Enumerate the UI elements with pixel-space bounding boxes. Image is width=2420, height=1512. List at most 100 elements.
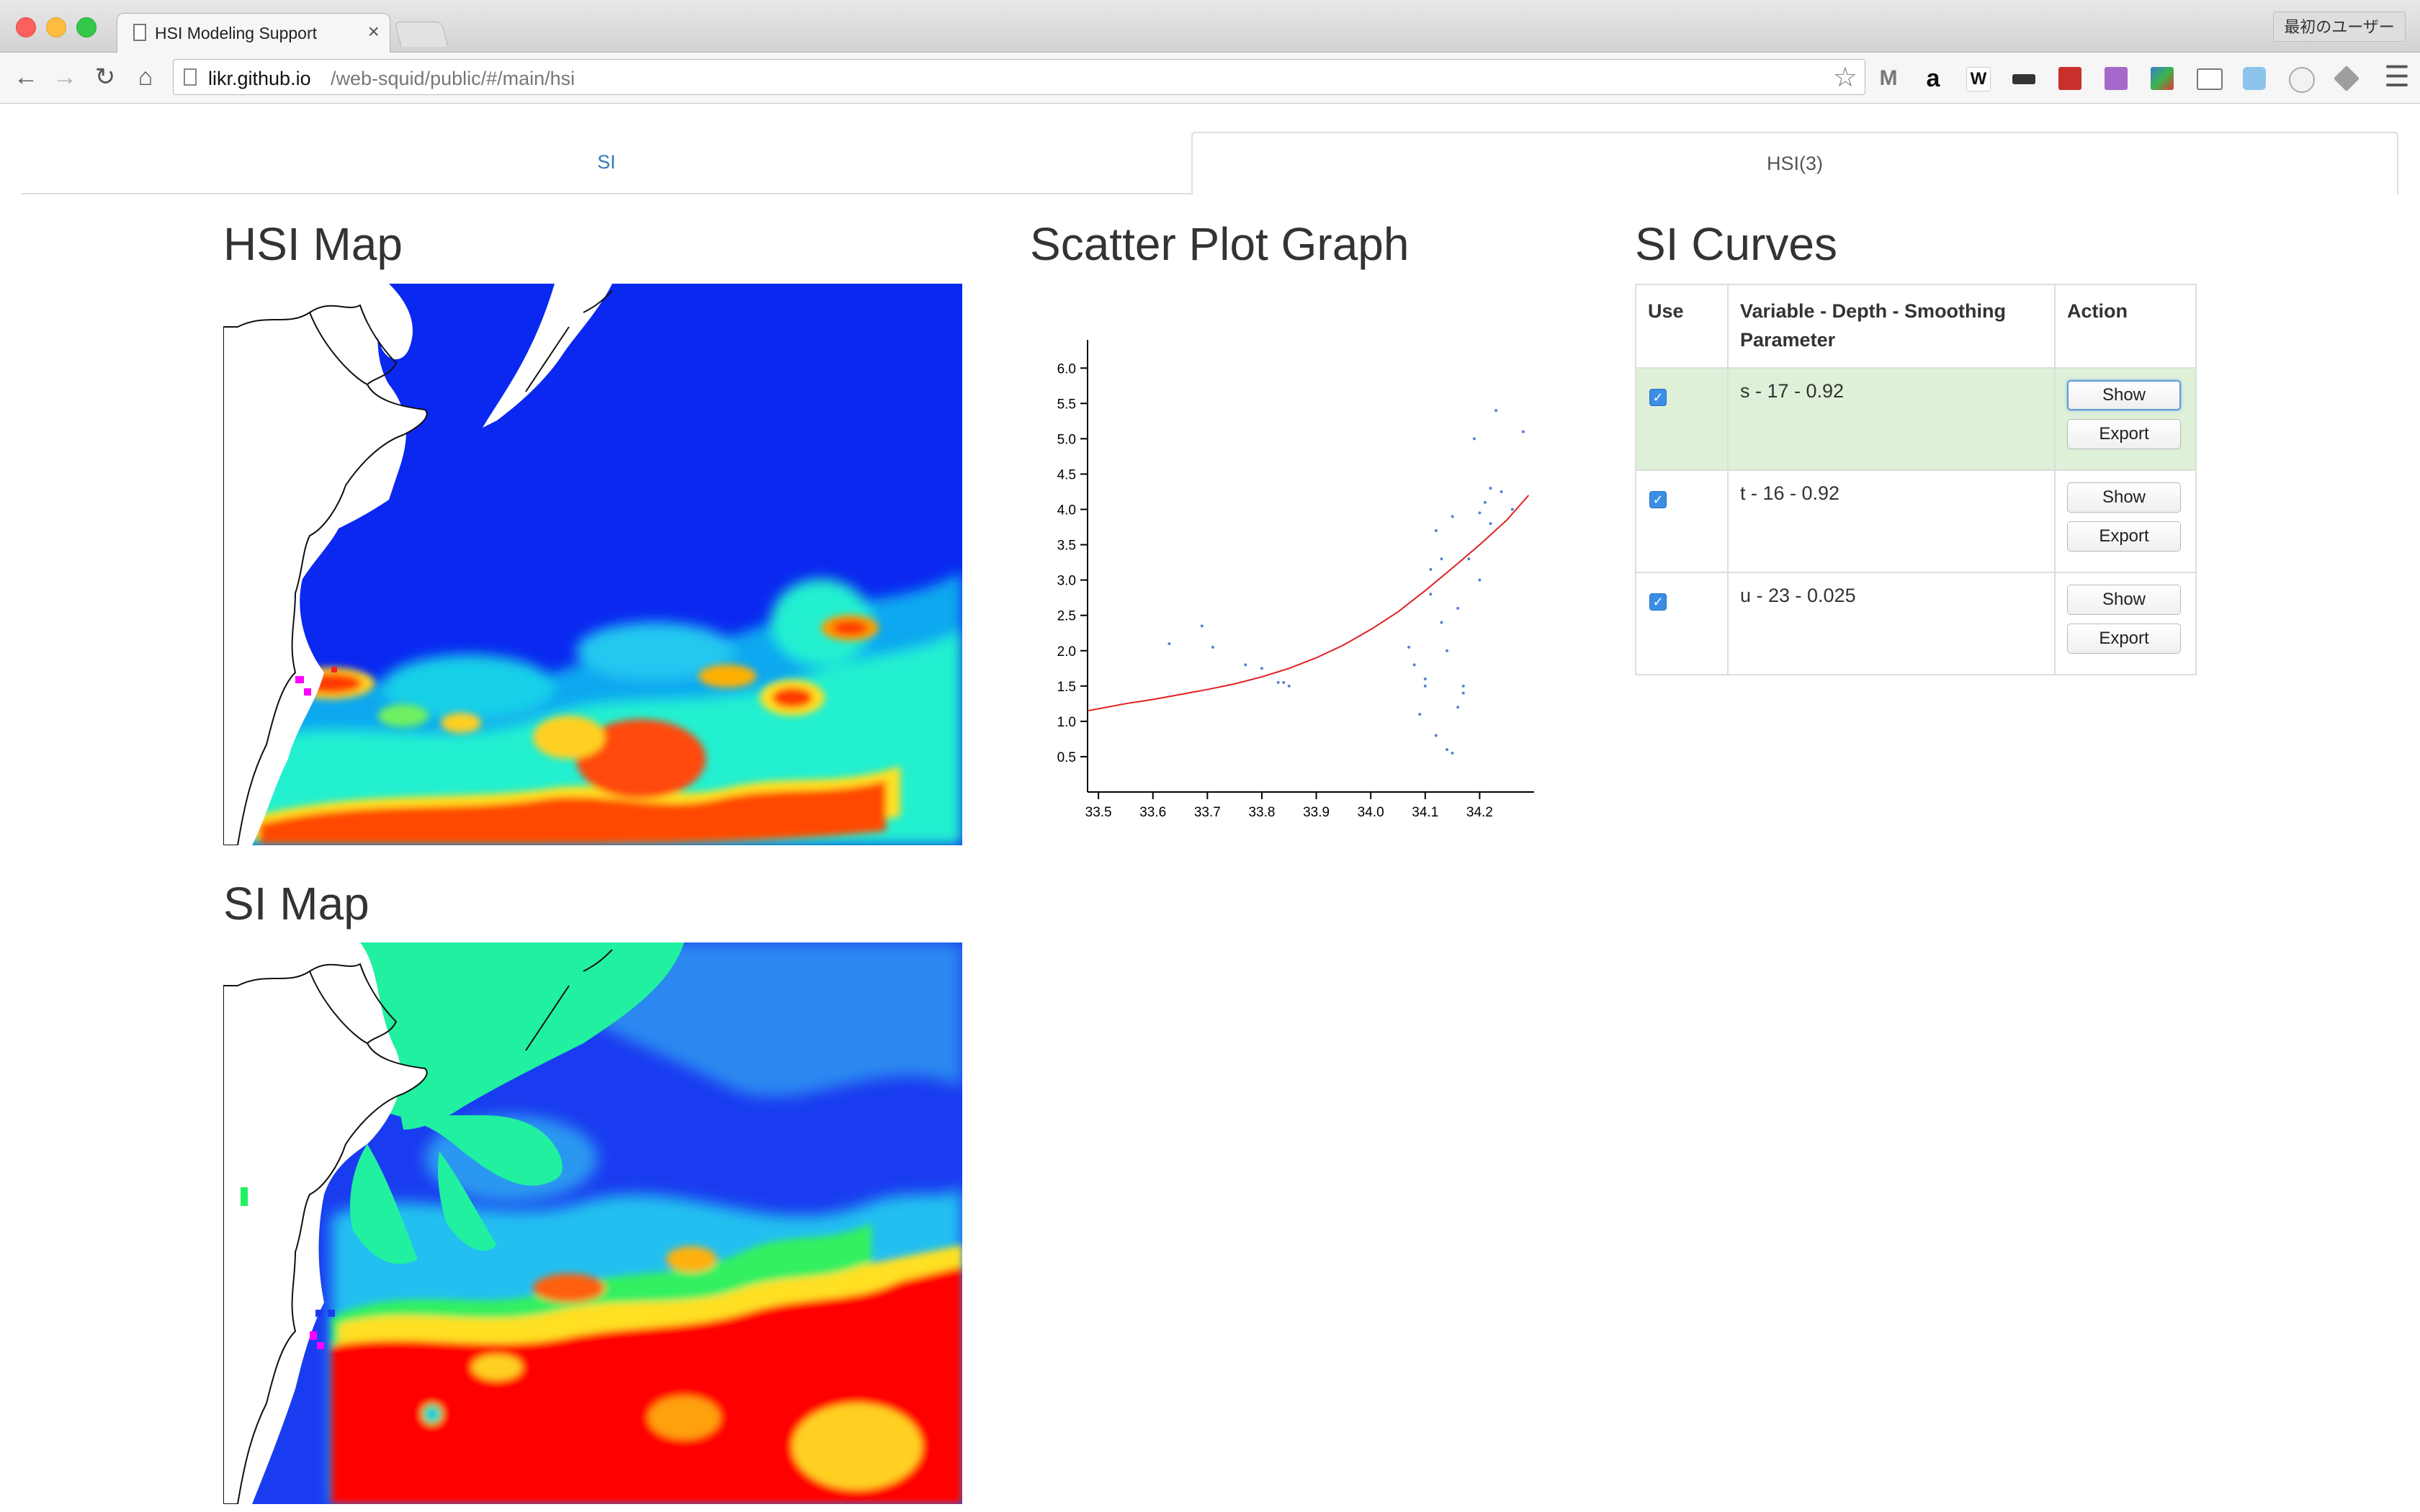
si-curve-row-t[interactable]: ✓ t - 16 - 0.92 Show Export [1635, 469, 2197, 573]
scatter-point [1429, 593, 1433, 596]
browser-toolbar: ← → ↻ ⌂ likr.github.io /web-squid/public… [0, 53, 2420, 104]
hamburger-menu-icon[interactable]: ☰ [2384, 60, 2410, 94]
scatter-point [1451, 752, 1454, 755]
scatter-point [1429, 567, 1433, 571]
colorful-extension-icon[interactable] [2151, 67, 2174, 90]
bookmark-star-icon[interactable]: ☆ [1833, 61, 1857, 94]
y-tick-label: 3.0 [1057, 574, 1076, 589]
drive-extension-icon[interactable] [2333, 65, 2360, 92]
scatter-point [1418, 713, 1422, 716]
show-button[interactable]: Show [2067, 482, 2181, 513]
browser-titlebar: HSI Modeling Support × 最初のユーザー [0, 0, 2420, 54]
scatter-point [1282, 680, 1286, 684]
si-map-title: SI Map [223, 878, 369, 930]
y-tick-label: 4.0 [1057, 503, 1076, 518]
export-button[interactable]: Export [2067, 624, 2181, 654]
scatter-point [1446, 748, 1449, 752]
window-minimize-button[interactable] [46, 17, 66, 37]
scatter-point [1483, 500, 1487, 504]
y-tick-label: 5.0 [1057, 432, 1076, 447]
tab-si[interactable]: SI [22, 132, 1191, 193]
si-curve-row-s[interactable]: ✓ s - 17 - 0.92 Show Export [1635, 367, 2197, 471]
use-checkbox[interactable]: ✓ [1649, 593, 1667, 611]
scatter-point [1244, 663, 1247, 667]
curve-label: s - 17 - 0.92 [1727, 367, 2056, 471]
scatter-point [1500, 490, 1503, 493]
scatter-point [1440, 557, 1443, 561]
forward-arrow-icon[interactable]: → [49, 61, 81, 93]
scatter-point [1456, 606, 1460, 610]
scatter-point [1287, 684, 1291, 688]
scatter-point [1168, 642, 1171, 645]
new-tab-button[interactable] [394, 22, 449, 47]
x-tick-label: 33.7 [1194, 805, 1221, 820]
si-heatmap-image [223, 942, 962, 1504]
wikipedia-extension-icon[interactable]: W [1966, 67, 1991, 91]
show-button[interactable]: Show [2067, 585, 2181, 615]
hsi-map-title: HSI Map [223, 218, 403, 270]
curve-label: u - 23 - 0.025 [1727, 572, 2056, 675]
amazon-extension-icon[interactable]: a [1922, 66, 1945, 91]
export-button[interactable]: Export [2067, 521, 2181, 552]
si-curve-row-u[interactable]: ✓ u - 23 - 0.025 Show Export [1635, 572, 2197, 675]
invader-extension-icon[interactable] [2058, 67, 2081, 90]
x-tick-label: 33.8 [1248, 805, 1275, 820]
use-column-header: Use [1635, 284, 1729, 369]
purple-extension-icon[interactable] [2105, 67, 2128, 90]
y-tick-label: 2.0 [1057, 644, 1076, 660]
scatter-point [1260, 667, 1263, 670]
window-maximize-button[interactable] [76, 17, 97, 37]
x-tick-label: 34.2 [1466, 805, 1493, 820]
url-host: likr.github.io [208, 68, 311, 89]
scatter-point [1494, 409, 1498, 413]
x-tick-label: 34.1 [1412, 805, 1438, 820]
window-close-button[interactable] [16, 17, 36, 37]
use-checkbox[interactable]: ✓ [1649, 389, 1667, 406]
scatter-point [1510, 508, 1514, 511]
x-tick-label: 33.9 [1303, 805, 1330, 820]
tab-close-icon[interactable]: × [368, 21, 380, 42]
react-extension-icon[interactable] [2289, 67, 2315, 93]
y-tick-label: 5.5 [1057, 397, 1076, 412]
y-tick-label: 2.5 [1057, 609, 1076, 624]
action-cell: Show Export [2054, 572, 2197, 675]
y-tick-label: 1.0 [1057, 715, 1076, 730]
home-icon[interactable]: ⌂ [130, 61, 161, 93]
scatter-point [1467, 557, 1471, 561]
y-tick-label: 0.5 [1057, 750, 1076, 765]
scatter-point [1434, 734, 1438, 737]
address-bar[interactable]: likr.github.io /web-squid/public/#/main/… [173, 59, 1865, 95]
scatter-point [1478, 578, 1482, 582]
page-icon [133, 24, 146, 41]
page-tabs: SI HSI(3) [22, 132, 2398, 194]
gmail-extension-icon[interactable]: M [1877, 67, 1900, 90]
y-tick-label: 1.5 [1057, 680, 1076, 695]
camera-extension-icon[interactable] [2243, 67, 2266, 90]
cast-icon[interactable] [2197, 68, 2223, 90]
scatter-point [1489, 487, 1492, 490]
scatter-plot-title: Scatter Plot Graph [1030, 218, 1410, 270]
browser-tab-active[interactable]: HSI Modeling Support × [117, 13, 390, 54]
show-button[interactable]: Show [2067, 380, 2181, 410]
use-cell: ✓ [1635, 572, 1729, 675]
table-header-row: Use Variable - Depth - Smoothing Paramet… [1635, 284, 2197, 369]
tab-hsi[interactable]: HSI(3) [1191, 132, 2398, 194]
hsi-map[interactable] [223, 284, 962, 845]
scatter-point [1423, 684, 1427, 688]
si-map[interactable] [223, 942, 962, 1504]
reload-icon[interactable]: ↻ [89, 61, 121, 93]
y-tick-label: 3.5 [1057, 539, 1076, 554]
back-arrow-icon[interactable]: ← [10, 61, 42, 93]
browser-tab-title: HSI Modeling Support [155, 24, 318, 42]
export-button[interactable]: Export [2067, 419, 2181, 449]
mask-extension-icon[interactable] [2012, 74, 2035, 84]
scatter-point [1478, 511, 1482, 515]
scatter-point [1276, 680, 1280, 684]
scatter-point [1446, 649, 1449, 652]
scatter-point [1472, 437, 1476, 441]
scatter-point [1461, 684, 1465, 688]
url-path: /web-squid/public/#/main/hsi [331, 68, 575, 89]
use-checkbox[interactable]: ✓ [1649, 491, 1667, 508]
profile-button[interactable]: 最初のユーザー [2273, 12, 2406, 42]
action-cell: Show Export [2054, 367, 2197, 471]
